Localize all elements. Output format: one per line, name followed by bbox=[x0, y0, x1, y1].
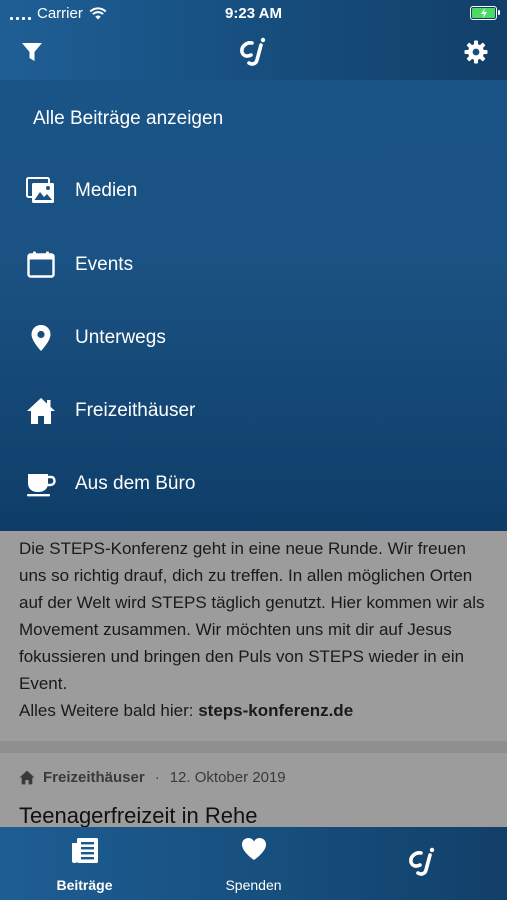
post-meta: Freizeithäuser · 12. Oktober 2019 bbox=[19, 769, 286, 786]
menu-item-freizeithaeuser[interactable]: Freizeithäuser bbox=[0, 386, 507, 436]
post-body: Die STEPS-Konferenz geht in eine neue Ru… bbox=[19, 535, 489, 724]
calendar-icon bbox=[26, 250, 56, 280]
cj-logo-icon bbox=[338, 843, 507, 881]
menu-item-unterwegs[interactable]: Unterwegs bbox=[0, 313, 507, 363]
location-pin-icon bbox=[26, 323, 56, 353]
divider bbox=[0, 741, 507, 753]
post-date: 12. Oktober 2019 bbox=[169, 769, 286, 786]
house-icon bbox=[26, 396, 56, 426]
post-title: Teenagerfreizeit in Rehe bbox=[19, 803, 258, 827]
articles-icon bbox=[0, 837, 169, 865]
menu-item-label: Freizeithäuser bbox=[75, 400, 196, 421]
photos-icon bbox=[26, 176, 56, 206]
tab-cj[interactable] bbox=[338, 827, 507, 900]
status-bar: Carrier 9:23 AM bbox=[0, 0, 507, 26]
menu-item-label: Aus dem Büro bbox=[75, 473, 196, 494]
post-link[interactable]: steps-konferenz.de bbox=[198, 701, 353, 720]
filter-menu: Alle Beiträge anzeigen Medien Events Unt… bbox=[0, 80, 507, 531]
filter-icon[interactable] bbox=[18, 38, 46, 66]
tab-spenden[interactable]: Spenden bbox=[169, 827, 338, 900]
tab-bar: Beiträge Spenden bbox=[0, 827, 507, 900]
navbar bbox=[0, 26, 507, 80]
menu-item-aus-dem-buero[interactable]: Aus dem Büro bbox=[0, 459, 507, 509]
meta-separator: · bbox=[154, 769, 160, 786]
post-more-prefix: Alles Weitere bald hier: bbox=[19, 701, 199, 720]
menu-item-events[interactable]: Events bbox=[0, 240, 507, 290]
post-card[interactable]: Freizeithäuser · 12. Oktober 2019 Teenag… bbox=[0, 753, 507, 827]
status-time: 9:23 AM bbox=[225, 5, 282, 22]
gear-icon[interactable] bbox=[462, 38, 490, 66]
battery-icon bbox=[470, 6, 500, 20]
tab-beitraege[interactable]: Beiträge bbox=[0, 827, 169, 900]
post-category: Freizeithäuser bbox=[43, 769, 145, 786]
heart-icon bbox=[169, 837, 338, 861]
house-icon bbox=[19, 770, 35, 785]
menu-item-medien[interactable]: Medien bbox=[0, 166, 507, 216]
post-text: Die STEPS-Konferenz geht in eine neue Ru… bbox=[19, 539, 485, 693]
menu-item-label: Events bbox=[75, 254, 134, 275]
header: Carrier 9:23 AM bbox=[0, 0, 507, 80]
menu-item-label: Medien bbox=[75, 180, 138, 201]
tab-label: Beiträge bbox=[56, 877, 113, 893]
feed: Die STEPS-Konferenz geht in eine neue Ru… bbox=[0, 531, 507, 827]
menu-item-show-all[interactable]: Alle Beiträge anzeigen bbox=[33, 108, 223, 130]
coffee-cup-icon bbox=[26, 469, 56, 499]
cj-logo-icon bbox=[236, 36, 272, 68]
tab-label: Spenden bbox=[225, 877, 282, 893]
menu-item-label: Unterwegs bbox=[75, 327, 166, 348]
